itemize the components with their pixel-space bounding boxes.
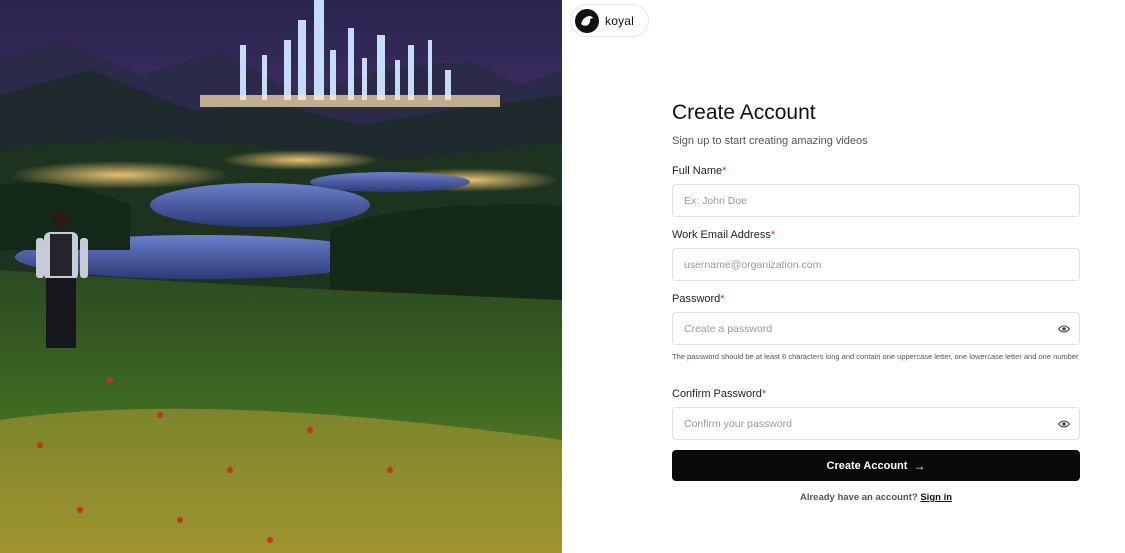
email-group: Work Email Address* (672, 228, 1080, 281)
confirm-password-label: Confirm Password* (672, 388, 767, 400)
signup-header: Create Account Sign up to start creating… (672, 100, 1080, 148)
eye-icon[interactable] (1057, 323, 1071, 335)
full-name-field-box (672, 184, 1080, 217)
email-field-box (672, 248, 1080, 281)
required-mark: * (761, 388, 767, 400)
page-title: Create Account (672, 101, 816, 124)
page-subtitle: Sign up to start creating amazing videos (672, 135, 868, 147)
full-name-input[interactable] (673, 185, 1079, 216)
password-group: Password* The password should be at leas… (672, 292, 1080, 364)
bird-icon (575, 8, 599, 33)
full-name-group: Full Name* (672, 164, 1080, 217)
email-label: Work Email Address* (672, 229, 776, 241)
required-mark: * (720, 293, 725, 305)
password-input[interactable] (673, 313, 1079, 344)
create-account-label: Create Account (826, 459, 908, 472)
brand-logo[interactable]: koyal (570, 4, 650, 37)
email-input[interactable] (673, 249, 1079, 280)
required-mark: * (770, 229, 776, 241)
signin-row: Already have an account? Sign in (672, 492, 1080, 503)
brand-name: koyal (605, 13, 635, 28)
signin-prompt: Already have an account? (799, 492, 918, 503)
required-mark: * (722, 165, 727, 177)
hero-illustration (0, 0, 562, 553)
confirm-password-input[interactable] (673, 408, 1079, 439)
password-hint: The password should be at least 6 charac… (672, 352, 1079, 361)
full-name-label: Full Name* (672, 165, 727, 177)
password-field-box (672, 312, 1080, 345)
signin-link[interactable]: Sign in (920, 492, 952, 503)
password-label: Password* (672, 293, 725, 305)
create-account-button[interactable]: Create Account → (672, 450, 1080, 481)
arrow-right-icon: → (913, 458, 926, 473)
confirm-password-group: Confirm Password* (672, 387, 1080, 440)
confirm-password-field-box (672, 407, 1080, 440)
eye-icon[interactable] (1057, 418, 1071, 430)
